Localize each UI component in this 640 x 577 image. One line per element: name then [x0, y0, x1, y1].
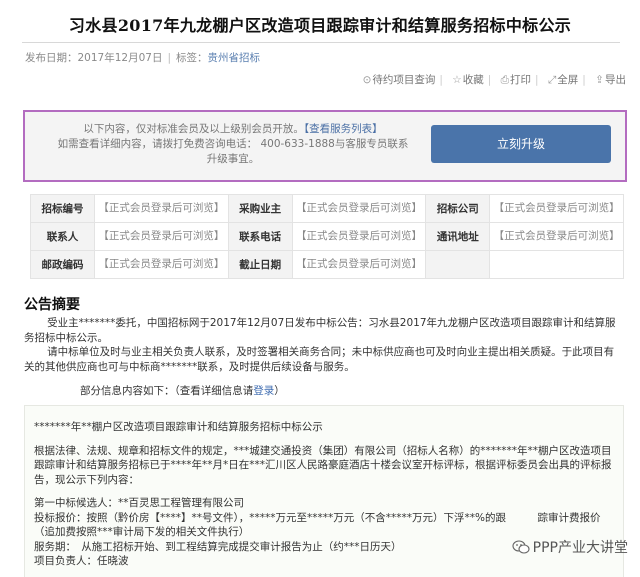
tender-info-table: 招标编号 【正式会员登录后可浏览】 采购业主 【正式会员登录后可浏览】 招标公司…: [30, 194, 624, 279]
article-meta: 发布日期：2017年12月07日 | 标签：贵州省招标: [25, 51, 285, 65]
summary-heading: 公告摘要: [24, 297, 80, 313]
upgrade-now-button[interactable]: 立刻升级: [431, 125, 611, 163]
table-value: 【正式会员登录后可浏览】: [489, 222, 624, 251]
table-key: 邮政编码: [30, 250, 95, 279]
table-row: 邮政编码 【正式会员登录后可浏览】 截止日期 【正式会员登录后可浏览】: [30, 250, 624, 279]
table-key-empty: [425, 250, 491, 279]
watermark: PPP产业大讲堂: [512, 537, 628, 557]
fullscreen-icon: ⤢: [547, 74, 557, 86]
toolbar-export[interactable]: ⇪导出: [595, 74, 626, 86]
login-hint: 部分信息内容如下：（查看详细信息请登录）: [24, 384, 620, 399]
service-list-link[interactable]: 【查看服务列表】: [304, 123, 383, 135]
table-value-empty: [489, 250, 624, 279]
login-hint-text: 部分信息内容如下：（查看详细信息请: [80, 385, 254, 397]
toolbar-export-label: 导出: [605, 74, 626, 86]
table-key: 招标编号: [30, 194, 95, 223]
upgrade-notice-text: 以下内容，仅对标准会员及以上级别会员开放。: [83, 123, 304, 135]
toolbar-fullscreen[interactable]: ⤢全屏: [548, 74, 578, 86]
table-key: 采购业主: [227, 194, 293, 223]
login-link[interactable]: 登录: [253, 385, 274, 397]
table-value: 【正式会员登录后可浏览】: [94, 222, 229, 251]
table-value: 【正式会员登录后可浏览】: [489, 194, 624, 223]
upgrade-contact-text: 如需查看详细内容，请拨打免费咨询电话： 400-633-1888与客服专员联系升…: [57, 138, 409, 165]
table-value: 【正式会员登录后可浏览】: [94, 250, 229, 279]
summary-paragraph: 受业主*******委托，中国招标网于2017年12月07日发布中标公告：习水县…: [24, 317, 616, 344]
table-value: 【正式会员登录后可浏览】: [291, 250, 427, 279]
tag-link[interactable]: 贵州省招标: [208, 52, 261, 64]
summary-body: 受业主*******委托，中国招标网于2017年12月07日发布中标公告：习水县…: [24, 316, 620, 399]
table-key: 联系电话: [227, 222, 293, 251]
toolbar-print-label: 打印: [510, 74, 531, 86]
content-candidate: 第一中标候选人：**百灵思工程管理有限公司: [34, 497, 244, 509]
toolbar-project-query[interactable]: ⊙待约项目查询: [363, 74, 436, 86]
table-key: 招标公司: [425, 194, 491, 223]
export-icon: ⇪: [595, 74, 604, 86]
table-value: 【正式会员登录后可浏览】: [291, 222, 427, 251]
table-key: 联系人: [30, 222, 95, 251]
watermark-text: PPP产业大讲堂: [532, 540, 628, 556]
table-row: 联系人 【正式会员登录后可浏览】 联系电话 【正式会员登录后可浏览】 通讯地址 …: [30, 222, 624, 251]
toolbar-favorite-label: 收藏: [462, 74, 484, 86]
publish-date-label: 发布日期：: [25, 52, 78, 64]
member-upgrade-panel: 以下内容，仅对标准会员及以上级别会员开放。【查看服务列表】 如需查看详细内容，请…: [23, 110, 627, 182]
table-value: 【正式会员登录后可浏览】: [94, 194, 229, 223]
tag-label: 标签：: [176, 52, 208, 64]
summary-paragraph: 请中标单位及时与业主相关负责人联系，及时签署相关商务合同；未中标供应商也可及时向…: [24, 346, 615, 373]
publish-date-value: 2017年12月07日: [77, 52, 163, 64]
content-heading: *******年**棚户区改造项目跟踪审计和结算服务招标中标公示: [34, 421, 323, 433]
table-key: 截止日期: [227, 250, 293, 279]
toolbar-project-query-label: 待约项目查询: [372, 74, 436, 86]
print-icon: ⎙: [500, 74, 509, 86]
wechat-icon: [512, 540, 530, 554]
meta-separator: |: [167, 52, 171, 64]
table-value: 【正式会员登录后可浏览】: [291, 194, 427, 223]
toolbar-favorite[interactable]: ☆收藏: [452, 74, 483, 86]
content-intro: 根据法律、法规、规章和招标文件的规定，***城建交通投资（集团）有限公司（招标人…: [34, 444, 612, 486]
toolbar-print[interactable]: ⎙打印: [501, 74, 531, 86]
page-title: 习水县2017年九龙棚户区改造项目跟踪审计和结算服务招标中标公示: [68, 16, 572, 35]
content-quote: 投标报价：按照（黔价房【****】**号文件），*****万元至*****万元（…: [34, 511, 601, 539]
document-icon: ⊙: [362, 74, 372, 86]
table-key: 通讯地址: [425, 222, 491, 251]
title-divider: [22, 42, 620, 43]
upgrade-notice: 以下内容，仅对标准会员及以上级别会员开放。【查看服务列表】 如需查看详细内容，请…: [53, 122, 413, 167]
star-icon: ☆: [452, 74, 462, 86]
login-hint-end: ）: [274, 385, 285, 397]
toolbar-fullscreen-label: 全屏: [557, 74, 579, 86]
article-toolbar: ⊙待约项目查询 | ☆收藏 | ⎙打印 | ⤢全屏 | ⇪导出: [362, 74, 626, 86]
table-row: 招标编号 【正式会员登录后可浏览】 采购业主 【正式会员登录后可浏览】 招标公司…: [30, 194, 624, 223]
